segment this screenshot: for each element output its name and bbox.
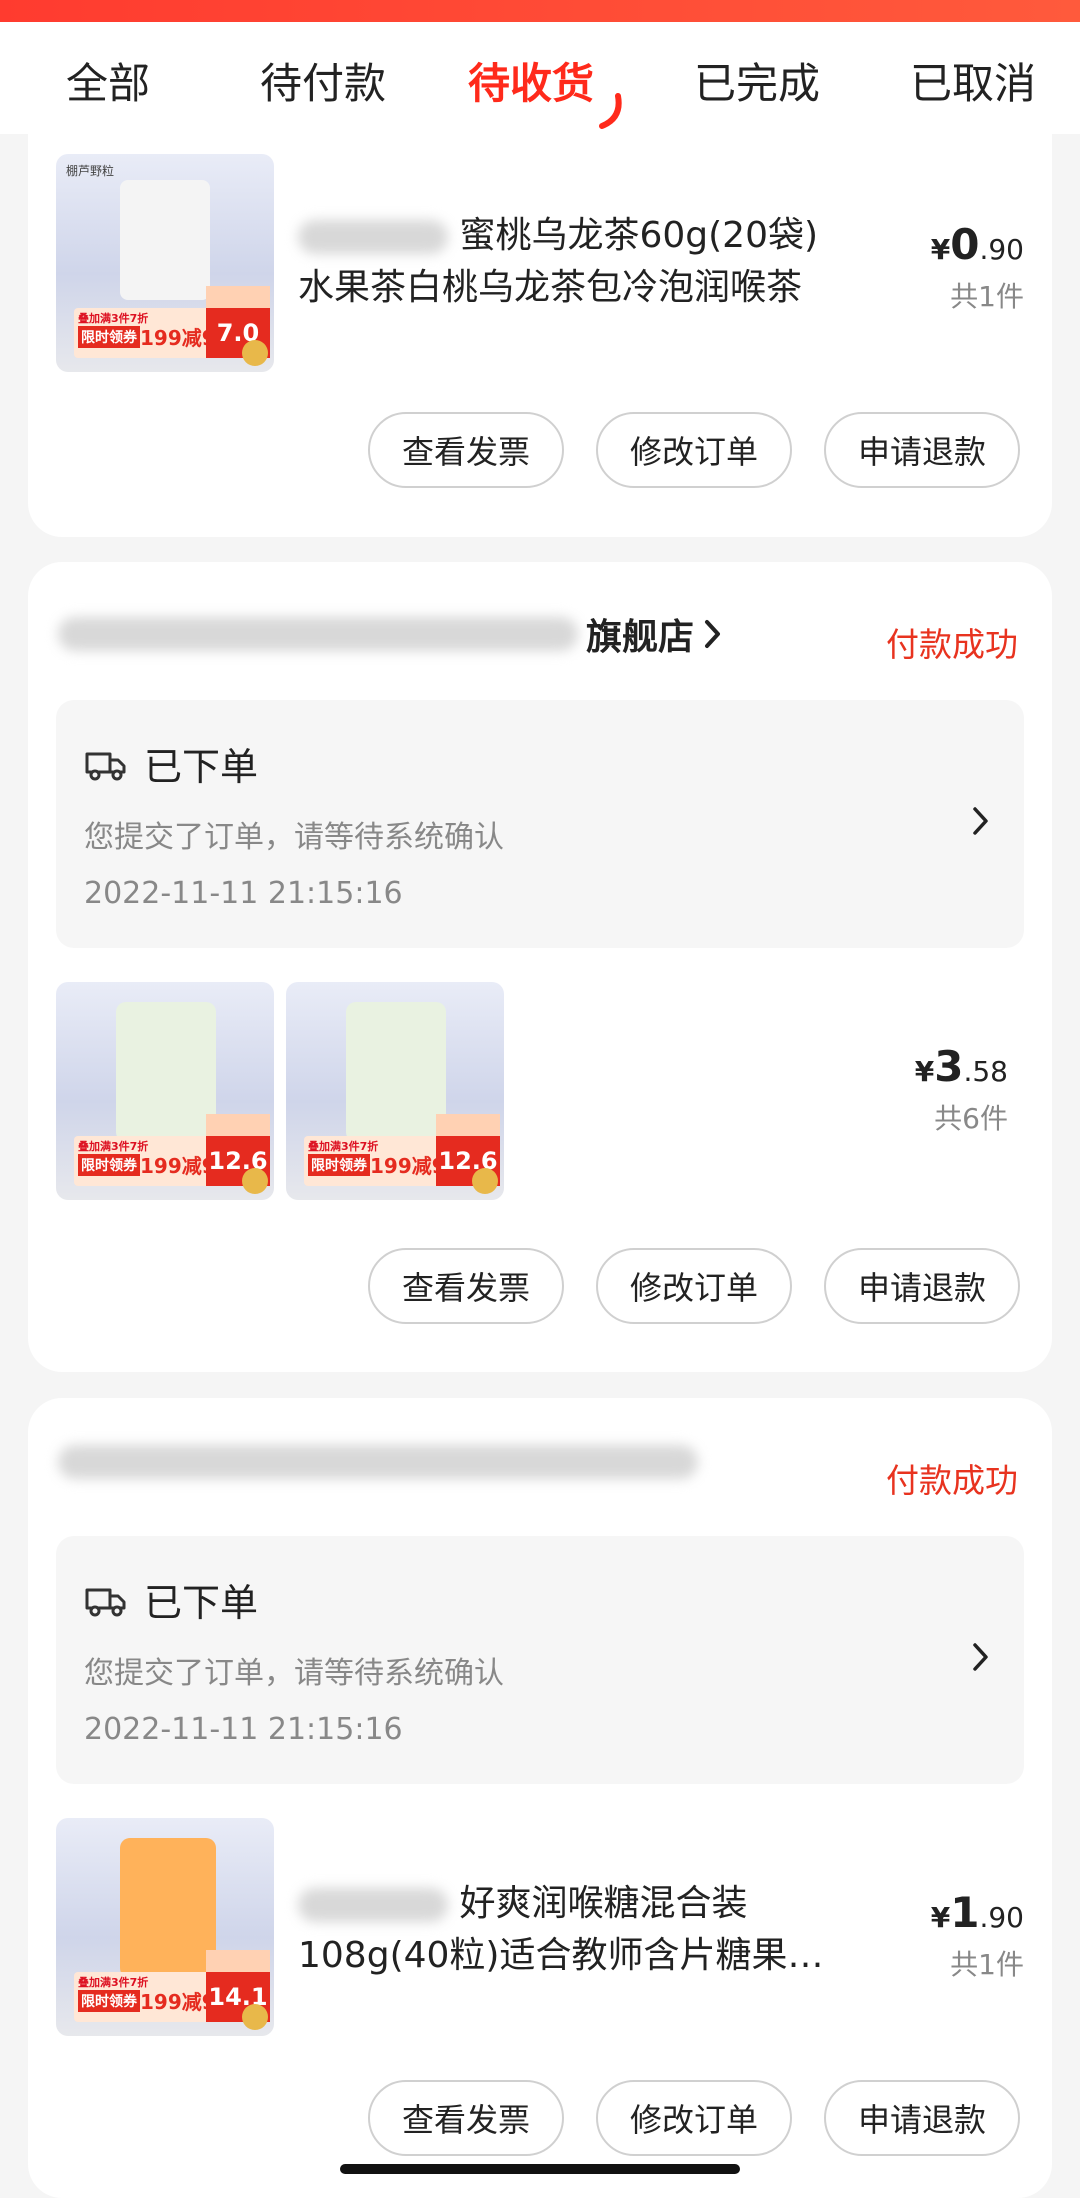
product-title[interactable]: 蜜桃乌龙茶60g(20袋) 水果茶白桃乌龙茶包冷泡润喉茶 bbox=[298, 210, 858, 314]
coin-badge-icon bbox=[242, 340, 268, 366]
order-status: 付款成功 bbox=[886, 625, 1018, 664]
logistics-time: 2022-11-11 21:15:16 bbox=[84, 1712, 403, 1747]
action-buttons: 查看发票 修改订单 申请退款 bbox=[368, 412, 1020, 488]
product-title-line1: 蜜桃乌龙茶60g(20袋) bbox=[298, 210, 858, 262]
order-card: 旗舰店 付款成功 已下单 您提交了订单，请等待系统确认 2022-11-11 2… bbox=[28, 562, 1052, 1372]
logistics-time: 2022-11-11 21:15:16 bbox=[84, 876, 403, 911]
shop-name: 旗舰店 bbox=[586, 617, 695, 658]
promo-tag: 限时领券 bbox=[78, 1990, 140, 2012]
quantity: 共6件 bbox=[934, 1102, 1008, 1135]
product-title[interactable]: 好爽润喉糖混合装 108g(40粒)适合教师含片糖果… bbox=[298, 1878, 858, 1982]
promo-label: 叠加满3件7折 bbox=[78, 312, 149, 325]
tab-cancelled[interactable]: 已取消 bbox=[910, 50, 1036, 111]
product-package bbox=[120, 1838, 216, 1978]
price: ¥0.90 bbox=[930, 220, 1024, 269]
logistics-panel[interactable]: 已下单 您提交了订单，请等待系统确认 2022-11-11 21:15:16 bbox=[56, 1536, 1024, 1784]
tab-pending-receipt[interactable]: 待收货 bbox=[468, 50, 594, 111]
request-refund-button[interactable]: 申请退款 bbox=[824, 1248, 1020, 1324]
tab-all[interactable]: 全部 bbox=[66, 50, 150, 111]
product-package bbox=[346, 1002, 446, 1142]
promo-label: 叠加满3件7折 bbox=[78, 1140, 149, 1153]
product-title-line2: 108g(40粒)适合教师含片糖果… bbox=[298, 1935, 824, 1976]
price-box: ¥0.90 共1件 bbox=[931, 220, 1024, 315]
coin-badge-icon bbox=[472, 1168, 498, 1194]
promo-tag: 限时领券 bbox=[78, 1154, 140, 1176]
home-indicator[interactable] bbox=[340, 2164, 740, 2174]
promo-tag: 限时领券 bbox=[78, 326, 140, 348]
truck-icon bbox=[85, 1588, 126, 1617]
promo-tip bbox=[206, 1950, 270, 1972]
product-thumbnail[interactable]: 叠加满3件7折 限时领券 199减99 14.1 bbox=[56, 1818, 274, 2036]
coin-badge-icon bbox=[242, 2004, 268, 2030]
tab-pending-payment[interactable]: 待付款 bbox=[260, 50, 386, 111]
active-tab-indicator-icon bbox=[599, 93, 622, 129]
promo-tip bbox=[206, 286, 270, 308]
promo-tip bbox=[436, 1114, 500, 1136]
price: ¥3.58 bbox=[914, 1042, 1008, 1091]
request-refund-button[interactable]: 申请退款 bbox=[824, 412, 1020, 488]
promo-banner: 叠加满3件7折 限时领券 199减99 14.1 bbox=[74, 1950, 270, 2022]
chevron-right-icon bbox=[705, 620, 721, 648]
order-status: 付款成功 bbox=[886, 1461, 1018, 1500]
modify-order-button[interactable]: 修改订单 bbox=[596, 412, 792, 488]
action-buttons: 查看发票 修改订单 申请退款 bbox=[368, 2080, 1020, 2156]
product-package bbox=[116, 1002, 216, 1142]
order-card: 棚芦野粒 叠加满3件7折 限时领券 199减99 7.0 蜜桃乌龙茶60g(20… bbox=[28, 134, 1052, 537]
product-thumbnail[interactable]: 叠加满3件7折 限时领券 199减99 12.6 bbox=[56, 982, 274, 1200]
promo-banner: 叠加满3件7折 限时领券 199减99 12.6 bbox=[74, 1114, 270, 1186]
product-thumbnail[interactable]: 棚芦野粒 叠加满3件7折 限时领券 199减99 7.0 bbox=[56, 154, 274, 372]
blurred-text bbox=[298, 220, 448, 254]
promo-banner: 叠加满3件7折 限时领券 199减99 12.6 bbox=[304, 1114, 500, 1186]
logistics-description: 您提交了订单，请等待系统确认 bbox=[84, 1656, 504, 1691]
product-title-line1: 好爽润喉糖混合装 bbox=[298, 1878, 858, 1930]
chevron-right-icon bbox=[973, 807, 988, 835]
order-card: 付款成功 已下单 您提交了订单，请等待系统确认 2022-11-11 21:15… bbox=[28, 1398, 1052, 2198]
top-status-bar bbox=[0, 0, 1080, 22]
logistics-panel[interactable]: 已下单 您提交了订单，请等待系统确认 2022-11-11 21:15:16 bbox=[56, 700, 1024, 948]
logistics-title: 已下单 bbox=[144, 1581, 259, 1625]
request-refund-button[interactable]: 申请退款 bbox=[824, 2080, 1020, 2156]
promo-label: 叠加满3件7折 bbox=[78, 1976, 149, 1989]
price-box: ¥1.90 共1件 bbox=[931, 1888, 1024, 1983]
view-invoice-button[interactable]: 查看发票 bbox=[368, 2080, 564, 2156]
product-thumbnail[interactable]: 叠加满3件7折 限时领券 199减99 12.6 bbox=[286, 982, 504, 1200]
blurred-text bbox=[298, 1888, 448, 1922]
coin-badge-icon bbox=[242, 1168, 268, 1194]
logistics-title: 已下单 bbox=[144, 745, 259, 789]
action-buttons: 查看发票 修改订单 申请退款 bbox=[368, 1248, 1020, 1324]
chevron-right-icon bbox=[973, 1643, 988, 1671]
promo-banner: 叠加满3件7折 限时领券 199减99 7.0 bbox=[74, 286, 270, 358]
logistics-description: 您提交了订单，请等待系统确认 bbox=[84, 820, 504, 855]
product-title-line2: 水果茶白桃乌龙茶包冷泡润喉茶 bbox=[298, 267, 803, 308]
modify-order-button[interactable]: 修改订单 bbox=[596, 2080, 792, 2156]
quantity: 共1件 bbox=[950, 1948, 1024, 1981]
view-invoice-button[interactable]: 查看发票 bbox=[368, 412, 564, 488]
thumb-brand: 棚芦野粒 bbox=[66, 164, 115, 178]
quantity: 共1件 bbox=[950, 280, 1024, 313]
price-box: ¥3.58 共6件 bbox=[915, 1042, 1008, 1137]
blurred-shop-name bbox=[58, 617, 578, 651]
product-package bbox=[120, 180, 210, 300]
blurred-shop-name bbox=[58, 1445, 698, 1479]
promo-tip bbox=[206, 1114, 270, 1136]
shop-link[interactable] bbox=[58, 1432, 698, 1492]
tab-completed[interactable]: 已完成 bbox=[694, 50, 820, 111]
price: ¥1.90 bbox=[930, 1888, 1024, 1937]
view-invoice-button[interactable]: 查看发票 bbox=[368, 1248, 564, 1324]
modify-order-button[interactable]: 修改订单 bbox=[596, 1248, 792, 1324]
promo-tag: 限时领券 bbox=[308, 1154, 370, 1176]
promo-label: 叠加满3件7折 bbox=[308, 1140, 379, 1153]
shop-link[interactable]: 旗舰店 bbox=[58, 604, 722, 664]
order-tabs: 全部 待付款 待收货 已完成 已取消 bbox=[0, 22, 1080, 134]
truck-icon bbox=[85, 752, 126, 781]
